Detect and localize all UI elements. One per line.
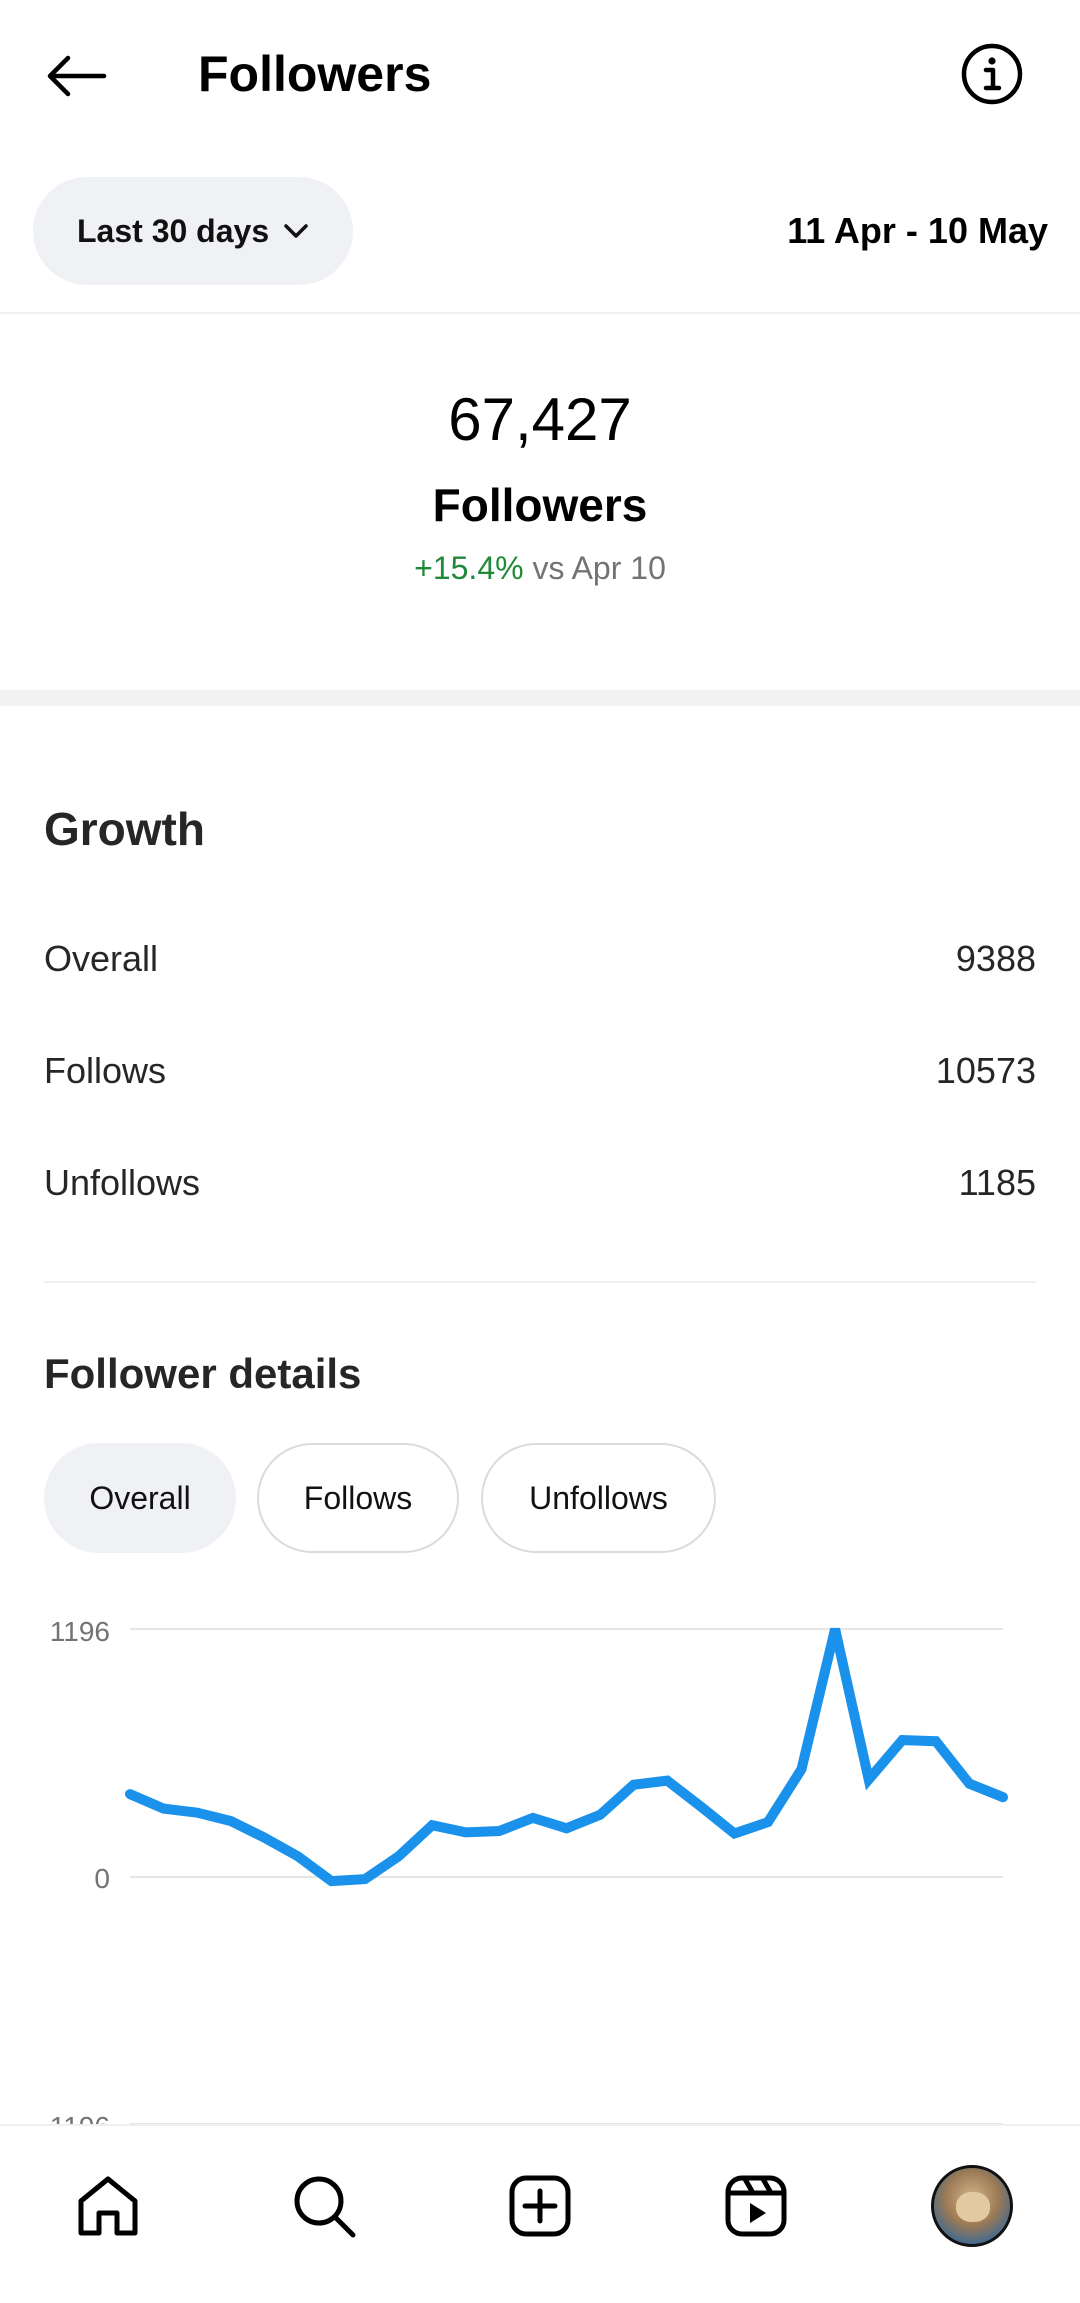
chip-overall[interactable]: Overall xyxy=(44,1443,236,1553)
nav-reels[interactable] xyxy=(706,2156,806,2256)
search-icon xyxy=(294,2176,356,2238)
series-line xyxy=(125,1627,1008,1887)
home-icon xyxy=(78,2176,138,2236)
growth-row-value: 9388 xyxy=(955,938,1036,979)
chevron-down-icon xyxy=(283,223,309,239)
change-percent: +15.4% xyxy=(414,550,524,586)
y-tick-label: 0 xyxy=(94,1863,110,1894)
growth-row-follows: Follows 10573 xyxy=(44,1041,1036,1101)
date-range-text: 11 Apr - 10 May xyxy=(787,210,1048,251)
nav-create[interactable] xyxy=(490,2156,590,2256)
bottom-navigation xyxy=(0,2124,1080,2303)
section-divider xyxy=(0,690,1080,706)
growth-heading: Growth xyxy=(44,803,205,855)
nav-search[interactable] xyxy=(274,2156,374,2256)
reels-icon xyxy=(725,2175,787,2237)
follower-details-heading: Follower details xyxy=(44,1350,362,1397)
y-tick-label: 1196 xyxy=(50,1616,110,1647)
back-arrow-icon xyxy=(47,55,107,97)
create-icon xyxy=(509,2175,571,2237)
growth-row-label: Unfollows xyxy=(44,1162,201,1203)
follower-change: +15.4% vs Apr 10 xyxy=(0,550,1080,587)
date-range-dropdown[interactable]: Last 30 days xyxy=(33,177,353,285)
growth-row-label: Follows xyxy=(44,1050,167,1091)
growth-row-unfollows: Unfollows 1185 xyxy=(44,1153,1036,1213)
date-range-dropdown-label: Last 30 days xyxy=(77,212,270,249)
growth-row-value: 1185 xyxy=(958,1162,1036,1203)
nav-home[interactable] xyxy=(58,2156,158,2256)
nav-profile[interactable] xyxy=(922,2156,1022,2256)
top-bar: Followers xyxy=(0,0,1080,150)
divider xyxy=(44,1281,1036,1283)
growth-row-value: 10573 xyxy=(935,1050,1036,1091)
change-compare-text: vs Apr 10 xyxy=(532,550,666,586)
avatar-face xyxy=(956,2192,990,2222)
chip-unfollows[interactable]: Unfollows xyxy=(481,1443,716,1553)
page-title: Followers xyxy=(198,46,432,102)
growth-row-label: Overall xyxy=(44,938,159,979)
back-button[interactable] xyxy=(40,40,112,112)
divider xyxy=(0,312,1080,314)
chip-label: Overall xyxy=(89,1479,191,1516)
chip-follows[interactable]: Follows xyxy=(257,1443,459,1553)
follower-count-label: Followers xyxy=(432,479,648,531)
chip-label: Unfollows xyxy=(529,1479,668,1516)
follower-line-chart: 1196 0 1196 xyxy=(50,1616,1008,2130)
info-button[interactable] xyxy=(956,38,1028,110)
info-icon xyxy=(961,43,1023,105)
profile-avatar xyxy=(931,2165,1013,2247)
chip-label: Follows xyxy=(303,1479,413,1516)
follower-count: 67,427 xyxy=(448,386,632,453)
growth-row-overall: Overall 9388 xyxy=(44,929,1036,989)
